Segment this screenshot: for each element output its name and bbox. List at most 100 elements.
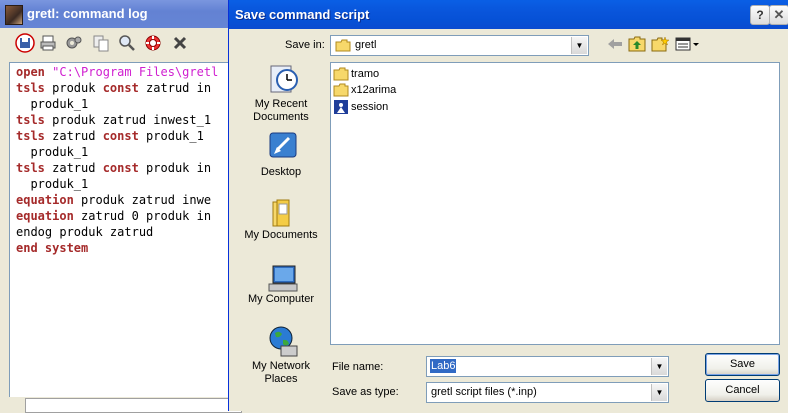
code-line: endog produk zatrud bbox=[16, 224, 218, 240]
code-token: "C:\Program Files\gretl bbox=[52, 65, 219, 79]
chevron-down-icon[interactable]: ▼ bbox=[651, 358, 667, 375]
folder-icon bbox=[335, 39, 351, 52]
code-token: endog produk zatrud bbox=[16, 225, 154, 239]
save-dialog: Save command script ? ✕ Save in: gretl ▼… bbox=[228, 0, 788, 411]
code-token: const bbox=[102, 129, 139, 143]
place-label: My Recent Documents bbox=[253, 98, 309, 123]
documents-folder-icon bbox=[272, 199, 290, 227]
desktop-icon bbox=[269, 132, 297, 158]
code-token: tsls bbox=[16, 129, 45, 143]
folder-icon bbox=[333, 83, 349, 97]
cancel-button[interactable]: Cancel bbox=[705, 379, 780, 402]
session-file-icon bbox=[334, 100, 348, 114]
new-folder-icon[interactable] bbox=[650, 35, 670, 53]
chevron-down-icon[interactable]: ▼ bbox=[651, 384, 667, 401]
code-token: tsls bbox=[16, 81, 45, 95]
file-name: x12arima bbox=[351, 84, 397, 96]
code-token: equation bbox=[16, 193, 74, 207]
save-as-type-value: gretl script files (*.inp) bbox=[431, 386, 537, 398]
code-token: tsls bbox=[16, 113, 45, 127]
command-log-toolbar bbox=[0, 28, 240, 60]
recent-documents-icon bbox=[270, 65, 298, 93]
execute-icon[interactable] bbox=[64, 33, 84, 53]
code-line: end system bbox=[16, 240, 218, 256]
code-token: zatrud in bbox=[138, 81, 212, 95]
code-token: produk zatrud inwe bbox=[73, 193, 212, 207]
place-my-documents[interactable]: My Documents bbox=[239, 196, 323, 266]
place-label: My Network Places bbox=[251, 360, 311, 385]
command-log-title: gretl: command log bbox=[27, 6, 148, 21]
back-arrow-icon[interactable] bbox=[605, 35, 625, 53]
code-token: end system bbox=[16, 241, 89, 255]
help-lifebuoy-icon[interactable] bbox=[143, 33, 163, 53]
code-token: produk_1 bbox=[138, 129, 204, 143]
save-in-combo[interactable]: gretl ▼ bbox=[330, 35, 589, 56]
command-log-window: gretl: command log open "C:\Program File… bbox=[0, 0, 242, 413]
statusbar bbox=[0, 397, 242, 413]
file-name: session bbox=[351, 101, 389, 113]
save-as-type-combo[interactable]: gretl script files (*.inp) ▼ bbox=[426, 382, 669, 403]
computer-icon bbox=[268, 265, 298, 292]
save-in-value: gretl bbox=[355, 39, 377, 51]
command-log-titlebar[interactable]: gretl: command log bbox=[0, 0, 240, 28]
dialog-titlebar[interactable]: Save command script ? ✕ bbox=[229, 0, 788, 29]
code-line: tsls produk const zatrud in bbox=[16, 80, 218, 96]
dialog-title: Save command script bbox=[235, 7, 370, 22]
code-token: produk_1 bbox=[16, 145, 89, 159]
code-token: zatrud bbox=[44, 129, 103, 143]
place-label: My Documents bbox=[244, 229, 318, 241]
code-line: equation zatrud 0 produk in bbox=[16, 208, 218, 224]
close-icon[interactable] bbox=[170, 33, 190, 53]
code-line: tsls zatrud const produk_1 bbox=[16, 128, 218, 144]
copy-icon[interactable] bbox=[91, 33, 111, 53]
gretl-app-icon bbox=[5, 5, 23, 25]
places-bar: My Recent Documents Desktop My Documents… bbox=[239, 62, 323, 407]
chevron-down-icon[interactable]: ▼ bbox=[571, 37, 587, 54]
network-globe-icon bbox=[269, 326, 298, 357]
file-list[interactable]: tramo x12arima session bbox=[330, 62, 780, 345]
place-network[interactable]: My Network Places bbox=[239, 324, 323, 394]
place-my-computer[interactable]: My Computer bbox=[239, 262, 323, 332]
code-token: produk in bbox=[138, 161, 212, 175]
help-button[interactable]: ? bbox=[750, 5, 770, 25]
save-in-label: Save in: bbox=[285, 39, 325, 51]
code-token: zatrud 0 produk in bbox=[73, 209, 212, 223]
code-token: tsls bbox=[16, 161, 45, 175]
code-line: produk_1 bbox=[16, 144, 218, 160]
code-token: open bbox=[16, 65, 45, 79]
code-token: produk bbox=[44, 81, 103, 95]
file-name-value: Lab6 bbox=[430, 359, 457, 373]
place-label: My Computer bbox=[247, 293, 315, 305]
command-log-text[interactable]: open "C:\Program Files\gretl tsls produk … bbox=[9, 62, 241, 399]
file-name: tramo bbox=[351, 68, 380, 80]
list-item[interactable]: session bbox=[333, 99, 388, 115]
code-token: equation bbox=[16, 209, 74, 223]
view-menu-icon[interactable] bbox=[675, 35, 701, 53]
list-item[interactable]: tramo bbox=[333, 66, 379, 82]
code-line: produk_1 bbox=[16, 176, 218, 192]
print-icon[interactable] bbox=[38, 33, 58, 53]
file-name-field[interactable]: Lab6 ▼ bbox=[426, 356, 669, 377]
folder-icon bbox=[333, 67, 349, 81]
save-button[interactable]: Save bbox=[705, 353, 780, 376]
file-name-label: File name: bbox=[332, 361, 384, 373]
close-button[interactable]: ✕ bbox=[769, 5, 788, 25]
code-token: const bbox=[102, 161, 139, 175]
code-token: produk_1 bbox=[16, 177, 89, 191]
script-code: open "C:\Program Files\gretl tsls produk … bbox=[16, 64, 218, 256]
save-icon[interactable] bbox=[15, 33, 35, 53]
place-desktop[interactable]: Desktop bbox=[239, 130, 323, 200]
code-line: open "C:\Program Files\gretl bbox=[16, 64, 218, 80]
code-token: produk zatrud inwest_1 bbox=[44, 113, 212, 127]
place-recent-documents[interactable]: My Recent Documents bbox=[239, 62, 323, 132]
up-folder-icon[interactable] bbox=[627, 35, 647, 53]
file-name-dropdown[interactable]: ▼ bbox=[651, 357, 668, 376]
list-item[interactable]: x12arima bbox=[333, 82, 396, 98]
code-line: produk_1 bbox=[16, 96, 218, 112]
code-line: tsls zatrud const produk in bbox=[16, 160, 218, 176]
code-token: const bbox=[102, 81, 139, 95]
code-token: produk_1 bbox=[16, 97, 89, 111]
search-icon[interactable] bbox=[117, 33, 137, 53]
code-token: zatrud bbox=[44, 161, 103, 175]
save-as-type-label: Save as type: bbox=[332, 386, 399, 398]
